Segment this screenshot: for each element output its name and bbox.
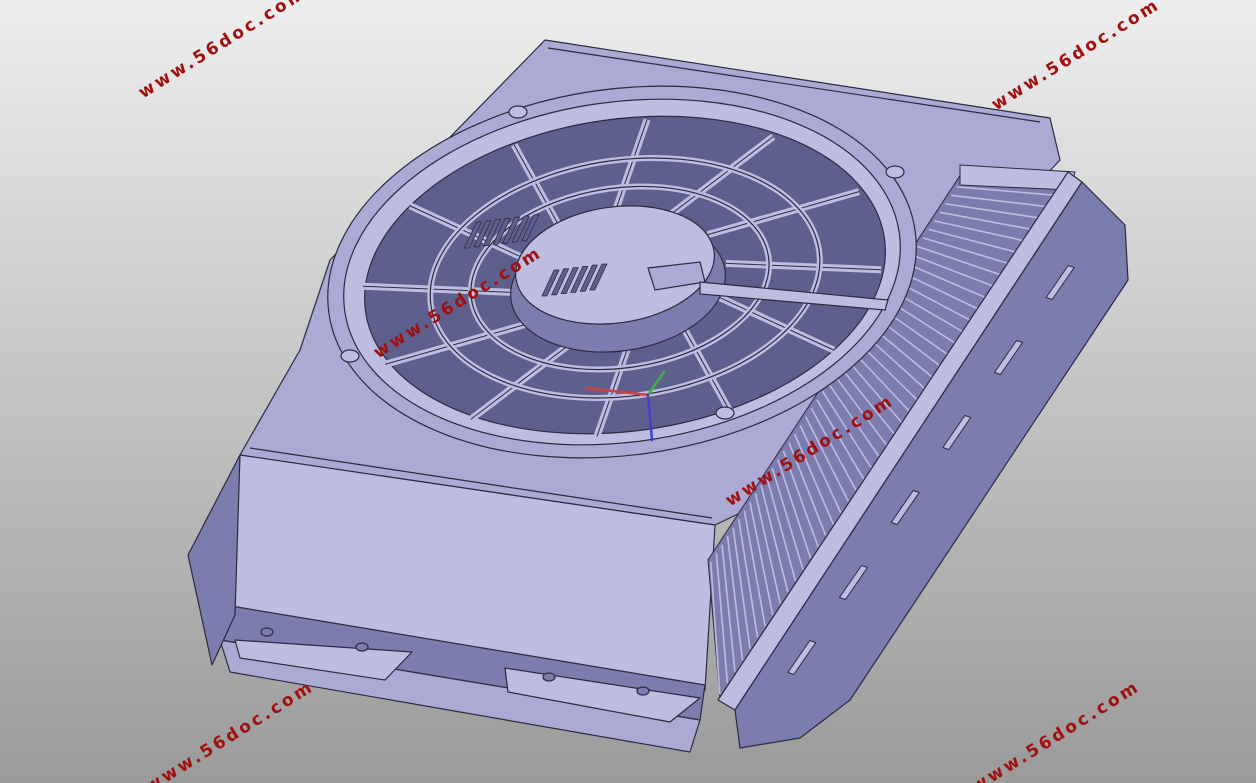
cad-viewport[interactable]: www.56doc.com www.56doc.com www.56doc.co… bbox=[0, 0, 1256, 783]
shroud-mount-boss bbox=[715, 406, 735, 420]
mount-hole bbox=[260, 627, 274, 637]
shroud-mount-boss bbox=[508, 105, 528, 119]
shroud-mount-boss bbox=[340, 349, 360, 363]
radiator-fan-model[interactable] bbox=[0, 0, 1256, 783]
mount-hole bbox=[355, 642, 369, 652]
shroud-mount-boss bbox=[885, 165, 905, 179]
mount-hole bbox=[636, 686, 650, 696]
mount-hole bbox=[542, 672, 556, 682]
